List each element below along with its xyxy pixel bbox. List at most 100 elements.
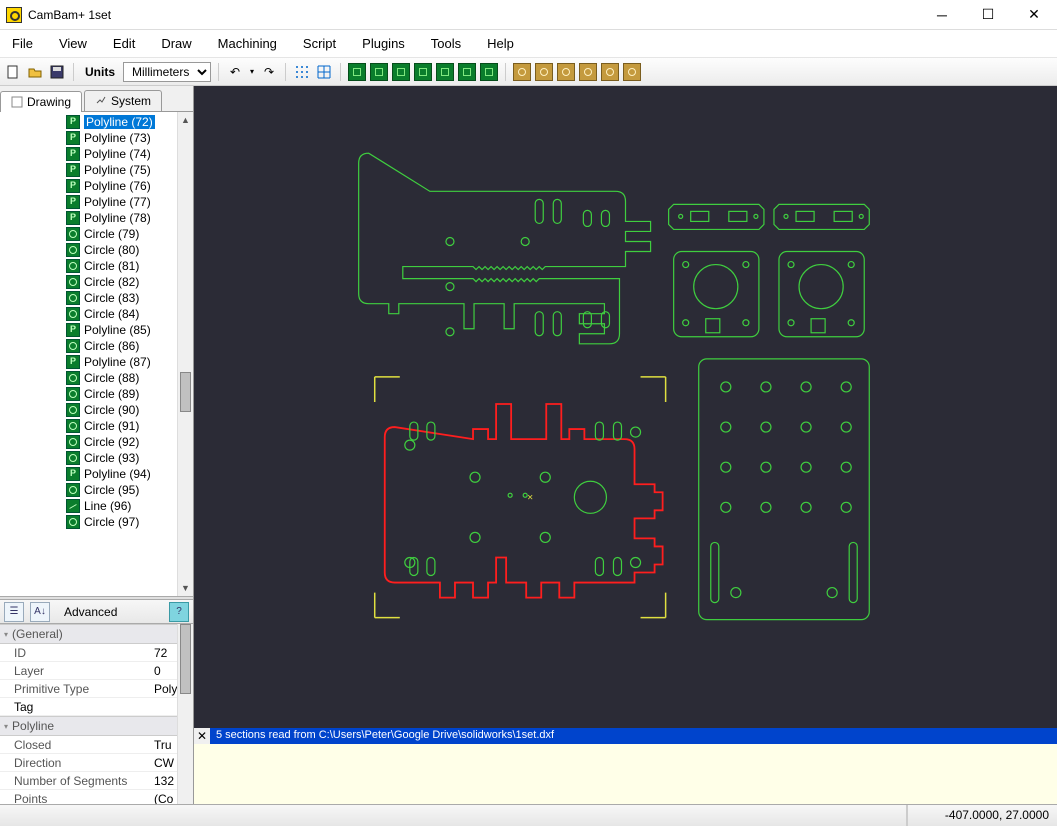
poly-icon (66, 355, 80, 369)
scroll-down-icon[interactable]: ▼ (178, 580, 193, 596)
tree-node[interactable]: Circle (89) (10, 386, 177, 402)
minimize-button[interactable]: ─ (919, 0, 965, 30)
cad-drawing: × (194, 86, 1057, 728)
scroll-thumb[interactable] (180, 372, 191, 412)
circ-icon (66, 403, 80, 417)
tree-node[interactable]: Circle (90) (10, 402, 177, 418)
poly-icon (66, 163, 80, 177)
tree-node[interactable]: Polyline (73) (10, 130, 177, 146)
menu-machining[interactable]: Machining (214, 34, 281, 53)
tree-node[interactable]: Circle (95) (10, 482, 177, 498)
circ-icon (66, 227, 80, 241)
menu-file[interactable]: File (8, 34, 37, 53)
advanced-button[interactable]: Advanced (56, 605, 125, 619)
tree-node[interactable]: Circle (80) (10, 242, 177, 258)
tree-node[interactable]: Polyline (85) (10, 322, 177, 338)
mop-engrave-icon[interactable] (392, 63, 410, 81)
tool-spiral-icon[interactable] (535, 63, 553, 81)
tool-point-icon[interactable] (601, 63, 619, 81)
mop-text-icon[interactable] (436, 63, 454, 81)
tree-node[interactable]: Line (96) (10, 498, 177, 514)
props-scrollbar[interactable] (177, 624, 193, 804)
tool-circle-icon[interactable] (513, 63, 531, 81)
props-scroll-thumb[interactable] (180, 624, 191, 694)
scroll-up-icon[interactable]: ▲ (178, 112, 193, 128)
mop-pocket-icon[interactable] (370, 63, 388, 81)
circ-icon (66, 291, 80, 305)
undo-button[interactable]: ↶ (226, 63, 244, 81)
open-file-icon[interactable] (26, 63, 44, 81)
circ-icon (66, 451, 80, 465)
tree-node-label: Circle (95) (84, 483, 139, 497)
message-close-icon[interactable]: ✕ (194, 728, 210, 744)
tree-node-label: Circle (80) (84, 243, 139, 257)
help-icon[interactable]: ? (169, 602, 189, 622)
menu-help[interactable]: Help (483, 34, 518, 53)
tree-node[interactable]: Circle (83) (10, 290, 177, 306)
group-polyline[interactable]: Polyline (0, 716, 193, 736)
tree-node[interactable]: Circle (86) (10, 338, 177, 354)
menu-tools[interactable]: Tools (427, 34, 465, 53)
tree-node-label: Polyline (72) (84, 115, 155, 129)
tree-node[interactable]: Circle (88) (10, 370, 177, 386)
circ-icon (66, 259, 80, 273)
circ-icon (66, 387, 80, 401)
tree-node[interactable]: Polyline (87) (10, 354, 177, 370)
tree-node[interactable]: Circle (97) (10, 514, 177, 530)
cad-viewport[interactable]: × (194, 86, 1057, 728)
property-grid[interactable]: (General) ID72 Layer0 Primitive TypePoly… (0, 624, 193, 804)
units-select[interactable]: Millimeters (123, 62, 211, 82)
redo-button[interactable]: ↷ (260, 63, 278, 81)
save-file-icon[interactable] (48, 63, 66, 81)
new-file-icon[interactable] (4, 63, 22, 81)
undo-dropdown[interactable]: ▾ (248, 63, 256, 81)
mop-3d-icon[interactable] (458, 63, 476, 81)
left-panel: Drawing System Polyline (72)Polyline (73… (0, 86, 194, 804)
tree-node-label: Circle (81) (84, 259, 139, 273)
maximize-button[interactable]: ☐ (965, 0, 1011, 30)
tab-drawing-label: Drawing (27, 95, 71, 109)
tree-node[interactable]: Polyline (76) (10, 178, 177, 194)
drawing-tree[interactable]: Polyline (72)Polyline (73)Polyline (74)P… (0, 112, 193, 596)
tree-scrollbar[interactable]: ▲ ▼ (177, 112, 193, 596)
tool-poly-icon[interactable] (579, 63, 597, 81)
tree-node[interactable]: Polyline (94) (10, 466, 177, 482)
tree-node[interactable]: Polyline (72) (10, 114, 177, 130)
categorized-icon[interactable]: ☰ (4, 602, 24, 622)
mop-profile-icon[interactable] (348, 63, 366, 81)
tree-node[interactable]: Circle (79) (10, 226, 177, 242)
group-general[interactable]: (General) (0, 624, 193, 644)
tree-node[interactable]: Polyline (77) (10, 194, 177, 210)
mop-lathe-icon[interactable] (480, 63, 498, 81)
tree-node-label: Circle (90) (84, 403, 139, 417)
tree-node[interactable]: Circle (84) (10, 306, 177, 322)
circ-icon (66, 515, 80, 529)
circ-icon (66, 243, 80, 257)
tab-system[interactable]: System (84, 90, 162, 111)
tree-node[interactable]: Circle (92) (10, 434, 177, 450)
mop-drill-icon[interactable] (414, 63, 432, 81)
tree-node[interactable]: Polyline (75) (10, 162, 177, 178)
tool-arc-icon[interactable] (623, 63, 641, 81)
tree-node[interactable]: Polyline (74) (10, 146, 177, 162)
alphabetical-icon[interactable]: A↓ (30, 602, 50, 622)
menu-draw[interactable]: Draw (157, 34, 195, 53)
grid-lines-icon[interactable] (315, 63, 333, 81)
circ-icon (66, 419, 80, 433)
menu-script[interactable]: Script (299, 34, 340, 53)
close-button[interactable]: ✕ (1011, 0, 1057, 30)
tree-node[interactable]: Polyline (78) (10, 210, 177, 226)
menu-view[interactable]: View (55, 34, 91, 53)
prop-closed-key: Closed (0, 738, 150, 752)
menu-edit[interactable]: Edit (109, 34, 139, 53)
tab-drawing[interactable]: Drawing (0, 91, 82, 112)
tool-rect-icon[interactable] (557, 63, 575, 81)
tree-node[interactable]: Circle (93) (10, 450, 177, 466)
tree-node[interactable]: Circle (82) (10, 274, 177, 290)
prop-layer-key: Layer (0, 664, 150, 678)
menu-plugins[interactable]: Plugins (358, 34, 409, 53)
tree-node[interactable]: Circle (81) (10, 258, 177, 274)
tree-node[interactable]: Circle (91) (10, 418, 177, 434)
poly-icon (66, 115, 80, 129)
grid-dots-icon[interactable] (293, 63, 311, 81)
